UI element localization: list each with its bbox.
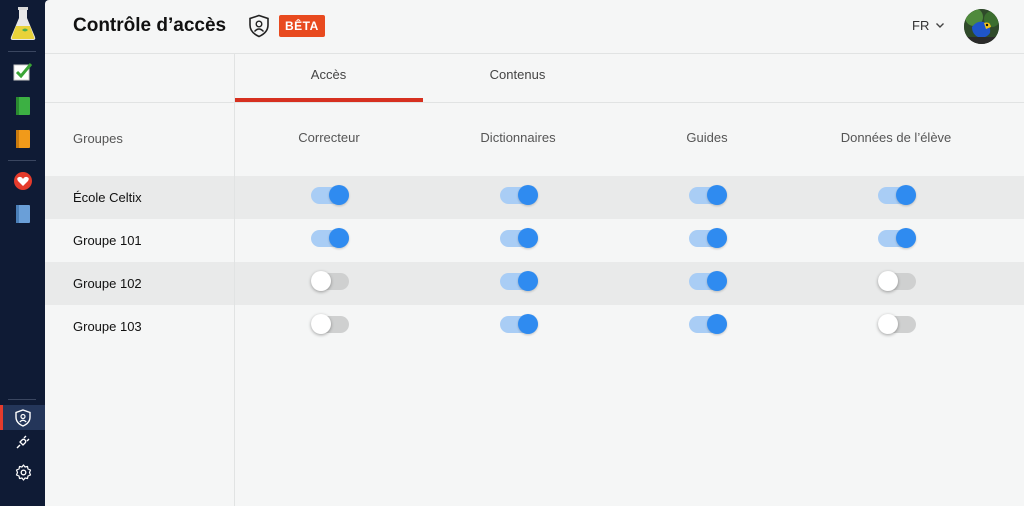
flask-logo-icon[interactable] (8, 4, 38, 42)
main-panel: Contrôle d’accès BÊTA FR Accès Contenus … (45, 0, 1024, 506)
toggle-knob (896, 228, 916, 248)
toggle-knob (707, 314, 727, 334)
plug-icon[interactable] (13, 432, 33, 452)
table-row: Groupe 102 (45, 262, 1024, 305)
heart-icon[interactable] (13, 171, 33, 191)
checkmark-icon[interactable] (13, 62, 33, 82)
access-toggle[interactable] (878, 270, 916, 292)
language-selector[interactable]: FR (912, 18, 945, 33)
toggle-knob (329, 228, 349, 248)
access-toggle[interactable] (500, 270, 538, 292)
toggle-knob (707, 271, 727, 291)
table-row: Groupe 101 (45, 219, 1024, 262)
toggle-knob (518, 228, 538, 248)
sidebar-separator (8, 160, 36, 161)
avatar[interactable] (964, 9, 999, 44)
sidebar-separator (8, 51, 36, 52)
groups-column-header: Groupes (73, 131, 123, 146)
access-toggle[interactable] (500, 313, 538, 335)
table-row: École Celtix (45, 176, 1024, 219)
toggle-knob (878, 314, 898, 334)
access-toggle[interactable] (878, 184, 916, 206)
toggle-knob (311, 314, 331, 334)
beta-badge: BÊTA (279, 15, 325, 37)
toggle-knob (878, 271, 898, 291)
shield-icon[interactable] (13, 408, 33, 428)
access-toggle[interactable] (689, 184, 727, 206)
shield-icon (248, 14, 270, 38)
group-name: Groupe 101 (73, 233, 142, 248)
group-name: Groupe 103 (73, 319, 142, 334)
access-toggle[interactable] (311, 270, 349, 292)
blue-book-icon[interactable] (13, 204, 33, 224)
column-header-correcteur: Correcteur (298, 130, 360, 145)
tab-acces[interactable]: Accès (234, 67, 423, 82)
toggle-knob (896, 185, 916, 205)
group-name: Groupe 102 (73, 276, 142, 291)
column-header-dictionnaires: Dictionnaires (480, 130, 556, 145)
page-title: Contrôle d’accès (73, 15, 227, 36)
access-toggle[interactable] (311, 227, 349, 249)
sidebar (0, 0, 45, 506)
toggle-knob (518, 314, 538, 334)
chevron-down-icon (936, 23, 945, 28)
toggle-knob (518, 185, 538, 205)
column-header-guides: Guides (686, 130, 728, 145)
column-divider (234, 54, 235, 506)
access-toggle[interactable] (689, 313, 727, 335)
group-name: École Celtix (73, 190, 142, 205)
toggle-knob (329, 185, 349, 205)
access-toggle[interactable] (500, 184, 538, 206)
access-toggle[interactable] (311, 313, 349, 335)
page-header: Contrôle d’accès BÊTA FR (45, 0, 1024, 54)
access-toggle[interactable] (689, 227, 727, 249)
access-toggle[interactable] (500, 227, 538, 249)
sidebar-active-indicator (0, 405, 3, 430)
toggle-knob (518, 271, 538, 291)
settings-gear-icon[interactable] (13, 462, 33, 482)
sidebar-separator (8, 399, 36, 400)
toggle-knob (311, 271, 331, 291)
access-toggle[interactable] (311, 184, 349, 206)
tabs-divider (45, 102, 1024, 103)
table-row: Groupe 103 (45, 305, 1024, 348)
tab-contenus[interactable]: Contenus (423, 67, 612, 82)
orange-book-icon[interactable] (13, 129, 33, 149)
green-book-icon[interactable] (13, 96, 33, 116)
column-header-donnees-eleve: Données de l’élève (840, 130, 952, 145)
toggle-knob (707, 228, 727, 248)
language-label: FR (912, 18, 930, 33)
access-toggle[interactable] (689, 270, 727, 292)
toggle-knob (707, 185, 727, 205)
access-toggle[interactable] (878, 227, 916, 249)
access-toggle[interactable] (878, 313, 916, 335)
